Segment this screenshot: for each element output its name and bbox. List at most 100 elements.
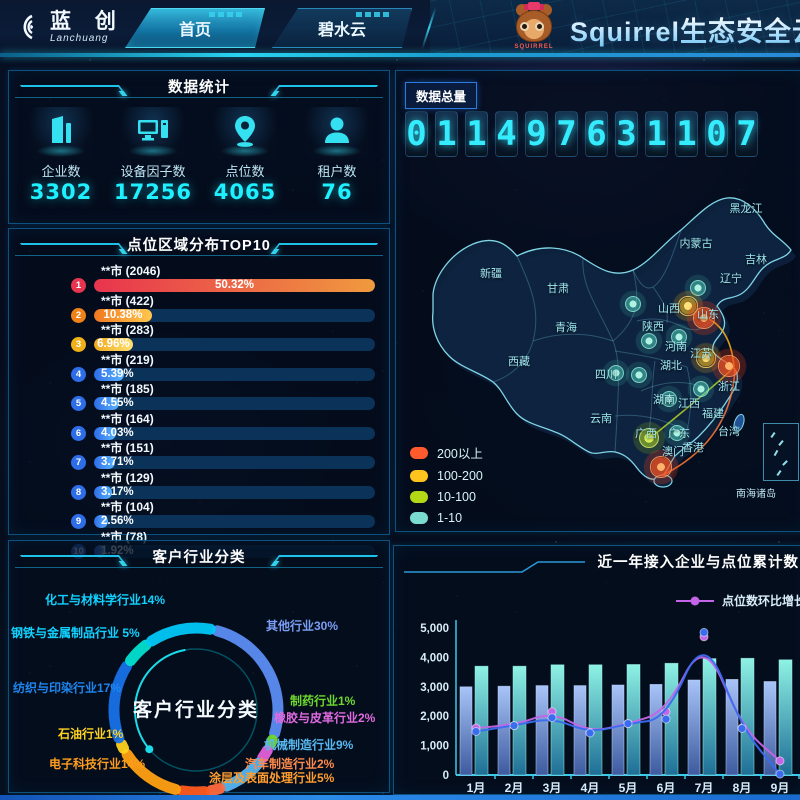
stat-label: 企业数 bbox=[16, 161, 106, 180]
top10-row[interactable]: 54.55% bbox=[71, 396, 375, 411]
top10-row[interactable]: 8 3.17% bbox=[71, 485, 375, 500]
top10-row[interactable]: 64.03% bbox=[71, 426, 375, 441]
bar-percentage: 6.96% bbox=[97, 338, 130, 351]
industry-donut-chart[interactable]: 客户行业分类 化工与材料学行业14%钢铁与金属制品行业 5%纺织与印染行业17%… bbox=[9, 567, 389, 792]
stats-panel-header: 数据统计 bbox=[9, 71, 389, 101]
heat-spot-teal bbox=[624, 360, 654, 390]
svg-text:6月: 6月 bbox=[657, 781, 676, 795]
stat-value: 17256 bbox=[108, 180, 198, 204]
top10-row[interactable]: 150.32% bbox=[71, 278, 375, 293]
brand-name: 蓝 创 bbox=[50, 11, 125, 33]
counter-digit: 6 bbox=[585, 111, 608, 157]
province-label: 山东 bbox=[697, 306, 719, 322]
donut-segment-label: 其他行业30% bbox=[266, 617, 338, 634]
svg-text:4月: 4月 bbox=[581, 781, 600, 795]
province-label: 湖南 bbox=[653, 391, 675, 407]
donut-segment-label: 化工与材料学行业14% bbox=[45, 591, 165, 608]
top10-rows: **市 (2046)150.32%**市 (422)210.38%**市 (28… bbox=[9, 259, 389, 559]
tab-corner-squares bbox=[356, 12, 389, 17]
donut-segment-label: 涂层及表面处理行业5% bbox=[209, 769, 334, 786]
province-label: 山西 bbox=[658, 300, 680, 316]
header-accent-strip bbox=[0, 53, 800, 57]
province-label: 内蒙古 bbox=[680, 235, 713, 251]
bar-track: 10.38% bbox=[94, 309, 375, 322]
province-label: 四川 bbox=[595, 366, 617, 382]
bar-percentage: 3.17% bbox=[101, 486, 134, 499]
rank-badge: 9 bbox=[71, 514, 86, 529]
counter-digit: 0 bbox=[405, 111, 428, 157]
donut-center-label: 客户行业分类 bbox=[106, 695, 286, 722]
donut-segment-label: 制药行业1% bbox=[290, 692, 355, 709]
counter-digit: 1 bbox=[675, 111, 698, 157]
top10-panel: 点位区域分布TOP10 **市 (2046)150.32%**市 (422)21… bbox=[8, 228, 390, 535]
province-label: 黑龙江 bbox=[730, 200, 763, 216]
trend-panel: 近一年接入企业与点位累计数 点位数环比增长率 01,0002,0003,0004… bbox=[393, 545, 800, 795]
location-pin-icon bbox=[228, 136, 262, 153]
top10-row[interactable]: 3 6.96% bbox=[71, 337, 375, 352]
logo[interactable]: 蓝 创 Lanchuang bbox=[12, 8, 125, 46]
top10-row[interactable]: 73.71% bbox=[71, 455, 375, 470]
heat-spot-teal bbox=[618, 289, 648, 319]
rank-badge: 3 bbox=[71, 337, 86, 352]
stat-device-factors: 设备因子数 17256 bbox=[108, 105, 198, 204]
counter-digit: 4 bbox=[495, 111, 518, 157]
top10-row-label: **市 (283) bbox=[101, 324, 375, 336]
tab-home[interactable]: 首页 bbox=[125, 8, 265, 48]
bar-fill: 10.38% bbox=[94, 309, 152, 322]
stats-row: 企业数 3302 设备因子数 17256 bbox=[9, 101, 389, 204]
svg-text:3月: 3月 bbox=[543, 781, 562, 795]
legend-swatch bbox=[410, 470, 428, 482]
bar-percentage: 5.39% bbox=[101, 368, 134, 381]
trend-combo-chart[interactable]: 01,0002,0003,0004,0005,0001月2月3月4月5月6月7月… bbox=[394, 546, 800, 800]
bar-track: 2.56% bbox=[94, 515, 375, 528]
province-label: 广西 bbox=[635, 425, 657, 441]
building-icon bbox=[44, 134, 78, 151]
svg-text:1,000: 1,000 bbox=[420, 741, 449, 753]
stat-value: 3302 bbox=[16, 180, 106, 204]
top10-row[interactable]: 9 2.56% bbox=[71, 514, 375, 529]
svg-text:8月: 8月 bbox=[733, 781, 752, 795]
stat-points: 点位数 4065 bbox=[200, 105, 290, 204]
stat-value: 76 bbox=[292, 180, 382, 204]
counter-digit: 9 bbox=[525, 111, 548, 157]
legend-label: 10-100 bbox=[437, 490, 476, 504]
rank-badge: 8 bbox=[71, 485, 86, 500]
bar-percentage: 4.03% bbox=[101, 427, 134, 440]
legend-swatch bbox=[410, 447, 428, 459]
stat-label: 设备因子数 bbox=[108, 161, 198, 180]
svg-text:5,000: 5,000 bbox=[420, 623, 449, 635]
top10-row[interactable]: 210.38% bbox=[71, 308, 375, 323]
bottom-accent-strip bbox=[0, 795, 800, 800]
bar-fill: 6.96% bbox=[94, 338, 133, 351]
top10-row[interactable]: 4 5.39% bbox=[71, 367, 375, 382]
top10-row-label: **市 (219) bbox=[101, 354, 375, 366]
data-total-badge: 数据总量 bbox=[405, 82, 477, 109]
province-label: 甘肃 bbox=[547, 280, 569, 296]
counter-digit: 1 bbox=[645, 111, 668, 157]
south-china-sea-inset bbox=[763, 423, 799, 481]
bar-track: 4.03% bbox=[94, 427, 375, 440]
rank-badge: 4 bbox=[71, 367, 86, 382]
brand-subtitle: Lanchuang bbox=[50, 33, 125, 44]
donut-segment-label: 电子科技行业14% bbox=[49, 755, 145, 772]
data-total-counter: 011497631107 bbox=[405, 111, 758, 157]
province-label: 青海 bbox=[555, 319, 577, 335]
tab-bishuiyun[interactable]: 碧水云 bbox=[272, 8, 412, 48]
province-label: 吉林 bbox=[745, 251, 767, 267]
svg-text:2月: 2月 bbox=[505, 781, 524, 795]
svg-text:3,000: 3,000 bbox=[420, 682, 449, 694]
counter-digit: 7 bbox=[555, 111, 578, 157]
stats-panel: 数据统计 企业数 3302 bbox=[8, 70, 390, 224]
province-label: 浙江 bbox=[718, 378, 740, 394]
bar-percentage: 2.56% bbox=[101, 515, 134, 528]
svg-text:9月: 9月 bbox=[771, 781, 790, 795]
top10-row-label: **市 (2046) bbox=[101, 265, 375, 277]
industry-panel-title: 客户行业分类 bbox=[153, 546, 246, 567]
stat-label: 点位数 bbox=[200, 161, 290, 180]
mascot-text: SQUIRREL bbox=[508, 44, 560, 50]
legend-label: 1-10 bbox=[437, 511, 462, 525]
bar-track: 3.71% bbox=[94, 456, 375, 469]
squirrel-mascot-icon: SQUIRREL bbox=[508, 4, 560, 54]
province-label: 云南 bbox=[590, 410, 612, 426]
svg-text:2,000: 2,000 bbox=[420, 711, 449, 723]
